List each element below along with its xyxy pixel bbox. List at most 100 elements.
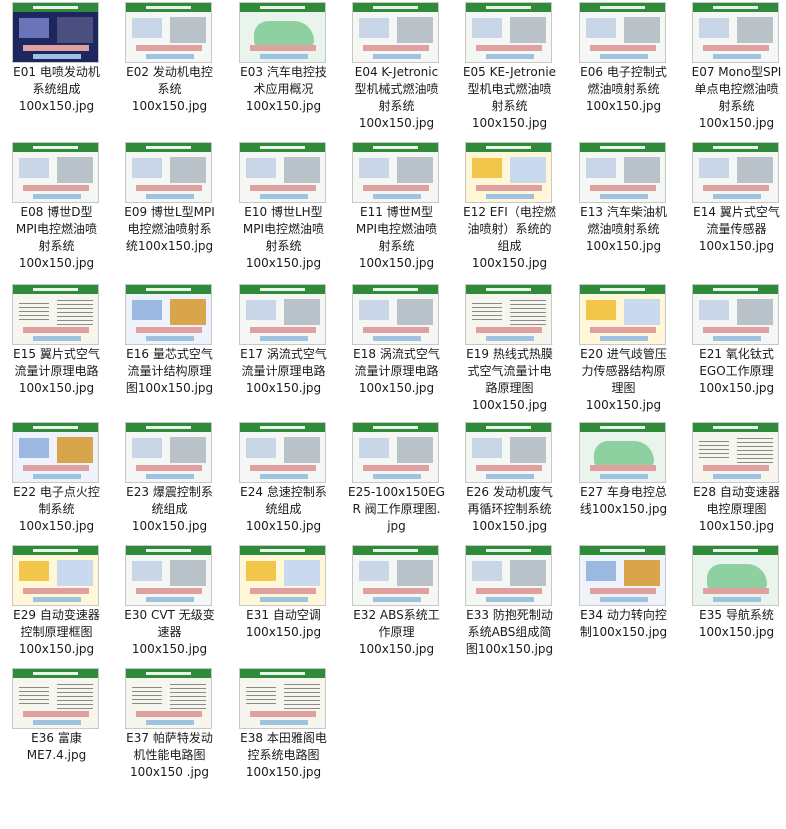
file-name-line: 燃油喷射系统 xyxy=(587,222,660,236)
file-name-line: E29 自动变速器 xyxy=(13,608,100,622)
file-thumbnail[interactable] xyxy=(352,545,439,606)
file-thumbnail[interactable] xyxy=(239,2,326,63)
file-thumbnail[interactable] xyxy=(12,422,99,483)
file-thumbnail[interactable] xyxy=(465,284,552,345)
file-thumbnail[interactable] xyxy=(239,422,326,483)
file-name-line: 100x150.jpg xyxy=(245,519,322,533)
file-item[interactable]: E12 EFI（电控燃 油喷射）系统的 组成 100x150.jpg xyxy=(453,140,566,274)
file-thumbnail[interactable] xyxy=(465,545,552,606)
file-thumbnail[interactable] xyxy=(352,142,439,203)
file-thumbnail[interactable] xyxy=(352,2,439,63)
file-name-line: 100x150.jpg xyxy=(131,642,208,656)
file-item[interactable]: E24 怠速控制系 统组成 100x150.jpg xyxy=(227,420,340,537)
file-thumbnail[interactable] xyxy=(12,545,99,606)
file-thumbnail[interactable] xyxy=(692,545,779,606)
file-name-line: E09 博世L型MPI xyxy=(124,205,215,219)
file-item[interactable]: E20 进气歧管压 力传感器结构原 理图 100x150.jpg xyxy=(567,282,680,416)
file-thumbnail[interactable] xyxy=(579,422,666,483)
file-thumbnail[interactable] xyxy=(239,545,326,606)
file-item[interactable]: E38 本田雅阁电 控系统电路图 100x150.jpg xyxy=(227,666,340,783)
file-thumbnail[interactable] xyxy=(465,142,552,203)
file-thumbnail[interactable] xyxy=(579,284,666,345)
file-item[interactable]: E02 发动机电控 系统 100x150.jpg xyxy=(113,0,226,117)
file-name-line: E17 涡流式空气 xyxy=(240,347,327,361)
file-thumbnail[interactable] xyxy=(692,422,779,483)
file-name-line: 速器 xyxy=(157,625,182,639)
file-thumbnail[interactable] xyxy=(239,284,326,345)
file-thumbnail[interactable] xyxy=(692,142,779,203)
file-thumbnail[interactable] xyxy=(465,2,552,63)
file-item[interactable]: E35 导航系统 100x150.jpg xyxy=(680,543,786,643)
file-name-line: R 阀工作原理图. xyxy=(352,502,441,516)
file-item[interactable]: E07 Mono型SPI 单点电控燃油喷 射系统 100x150.jpg xyxy=(680,0,786,134)
file-name-line: 100x150.jpg xyxy=(585,99,662,113)
file-name-line: 100x150.jpg xyxy=(245,99,322,113)
file-item[interactable]: E06 电子控制式 燃油喷射系统 100x150.jpg xyxy=(567,0,680,117)
file-thumbnail[interactable] xyxy=(239,668,326,729)
file-name-line: 射系统 xyxy=(491,99,528,113)
file-thumbnail[interactable] xyxy=(12,284,99,345)
file-thumbnail[interactable] xyxy=(125,142,212,203)
file-name-line: E15 翼片式空气 xyxy=(13,347,100,361)
file-item[interactable]: E27 车身电控总 线100x150.jpg xyxy=(567,420,680,520)
file-item[interactable]: E31 自动空调 100x150.jpg xyxy=(227,543,340,643)
file-name-line: 100x150.jpg xyxy=(698,116,775,130)
file-item[interactable]: E10 博世LH型 MPI电控燃油喷 射系统 100x150.jpg xyxy=(227,140,340,274)
file-item[interactable]: E05 KE-Jetronie 型机电式燃油喷 射系统 100x150.jpg xyxy=(453,0,566,134)
file-item[interactable]: E09 博世L型MPI 电控燃油喷射系 统100x150.jpg xyxy=(113,140,226,257)
file-thumbnail[interactable] xyxy=(352,284,439,345)
file-item[interactable]: E01 电喷发动机 系统组成 100x150.jpg xyxy=(0,0,113,117)
file-thumbnail[interactable] xyxy=(692,284,779,345)
file-thumbnail[interactable] xyxy=(125,284,212,345)
file-thumbnail[interactable] xyxy=(12,142,99,203)
file-item[interactable]: E33 防抱死制动 系统ABS组成简 图100x150.jpg xyxy=(453,543,566,660)
file-thumbnail[interactable] xyxy=(239,142,326,203)
file-thumbnail[interactable] xyxy=(692,2,779,63)
file-thumbnail[interactable] xyxy=(125,545,212,606)
file-name-label: E01 电喷发动机 系统组成 100x150.jpg xyxy=(0,64,113,115)
file-thumbnail[interactable] xyxy=(579,2,666,63)
file-item[interactable]: E13 汽车柴油机 燃油喷射系统 100x150.jpg xyxy=(567,140,680,257)
file-thumbnail[interactable] xyxy=(125,2,212,63)
file-name-label: E33 防抱死制动 系统ABS组成简 图100x150.jpg xyxy=(453,607,566,658)
file-thumbnail[interactable] xyxy=(12,668,99,729)
file-item[interactable]: E25-100x150EG R 阀工作原理图. jpg xyxy=(340,420,453,537)
file-name-line: E02 发动机电控 xyxy=(126,65,213,79)
file-item[interactable]: E16 量芯式空气 流量计结构原理 图100x150.jpg xyxy=(113,282,226,399)
file-thumbnail[interactable] xyxy=(125,422,212,483)
file-name-line: 100x150.jpg xyxy=(245,256,322,270)
file-item[interactable]: E29 自动变速器 控制原理框图 100x150.jpg xyxy=(0,543,113,660)
file-thumbnail[interactable] xyxy=(579,142,666,203)
file-item[interactable]: E19 热线式热膜 式空气流量计电 路原理图 100x150.jpg xyxy=(453,282,566,416)
file-thumbnail[interactable] xyxy=(352,422,439,483)
file-item[interactable]: E11 博世M型 MPI电控燃油喷 射系统 100x150.jpg xyxy=(340,140,453,274)
file-item[interactable]: E17 涡流式空气 流量计原理电路 100x150.jpg xyxy=(227,282,340,399)
file-name-line: 100x150.jpg xyxy=(131,519,208,533)
file-item[interactable]: E22 电子点火控 制系统 100x150.jpg xyxy=(0,420,113,537)
file-item[interactable]: E04 K-Jetronic 型机械式燃油喷 射系统 100x150.jpg xyxy=(340,0,453,134)
file-item[interactable]: E18 涡流式空气 流量计原理电路 100x150.jpg xyxy=(340,282,453,399)
file-name-line: E13 汽车柴油机 xyxy=(580,205,667,219)
file-item[interactable]: E15 翼片式空气 流量计原理电路 100x150.jpg xyxy=(0,282,113,399)
file-item[interactable]: E37 帕萨特发动 机性能电路图 100x150 .jpg xyxy=(113,666,226,783)
file-item[interactable]: E21 氧化钛式 EGO工作原理 100x150.jpg xyxy=(680,282,786,399)
file-thumbnail[interactable] xyxy=(465,422,552,483)
file-name-line: E14 翼片式空气 xyxy=(693,205,780,219)
file-thumbnail[interactable] xyxy=(579,545,666,606)
file-item[interactable]: E36 富康 ME7.4.jpg xyxy=(0,666,113,766)
file-item[interactable]: E28 自动变速器 电控原理图 100x150.jpg xyxy=(680,420,786,537)
file-name-label: E02 发动机电控 系统 100x150.jpg xyxy=(113,64,226,115)
file-item[interactable]: E30 CVT 无级变 速器 100x150.jpg xyxy=(113,543,226,660)
file-item[interactable]: E32 ABS系统工 作原理 100x150.jpg xyxy=(340,543,453,660)
file-thumbnail[interactable] xyxy=(125,668,212,729)
file-item[interactable]: E08 博世D型 MPI电控燃油喷 射系统 100x150.jpg xyxy=(0,140,113,274)
file-item[interactable]: E14 翼片式空气 流量传感器 100x150.jpg xyxy=(680,140,786,257)
file-thumbnail[interactable] xyxy=(12,2,99,63)
file-item[interactable]: E34 动力转向控 制100x150.jpg xyxy=(567,543,680,643)
file-item[interactable]: E23 爆震控制系 统组成 100x150.jpg xyxy=(113,420,226,537)
file-name-label: E32 ABS系统工 作原理 100x150.jpg xyxy=(340,607,453,658)
file-name-line: E12 EFI（电控燃 xyxy=(463,205,556,219)
file-name-line: 术应用概况 xyxy=(253,82,314,96)
file-item[interactable]: E03 汽车电控技 术应用概况 100x150.jpg xyxy=(227,0,340,117)
file-item[interactable]: E26 发动机废气 再循环控制系统 100x150.jpg xyxy=(453,420,566,537)
